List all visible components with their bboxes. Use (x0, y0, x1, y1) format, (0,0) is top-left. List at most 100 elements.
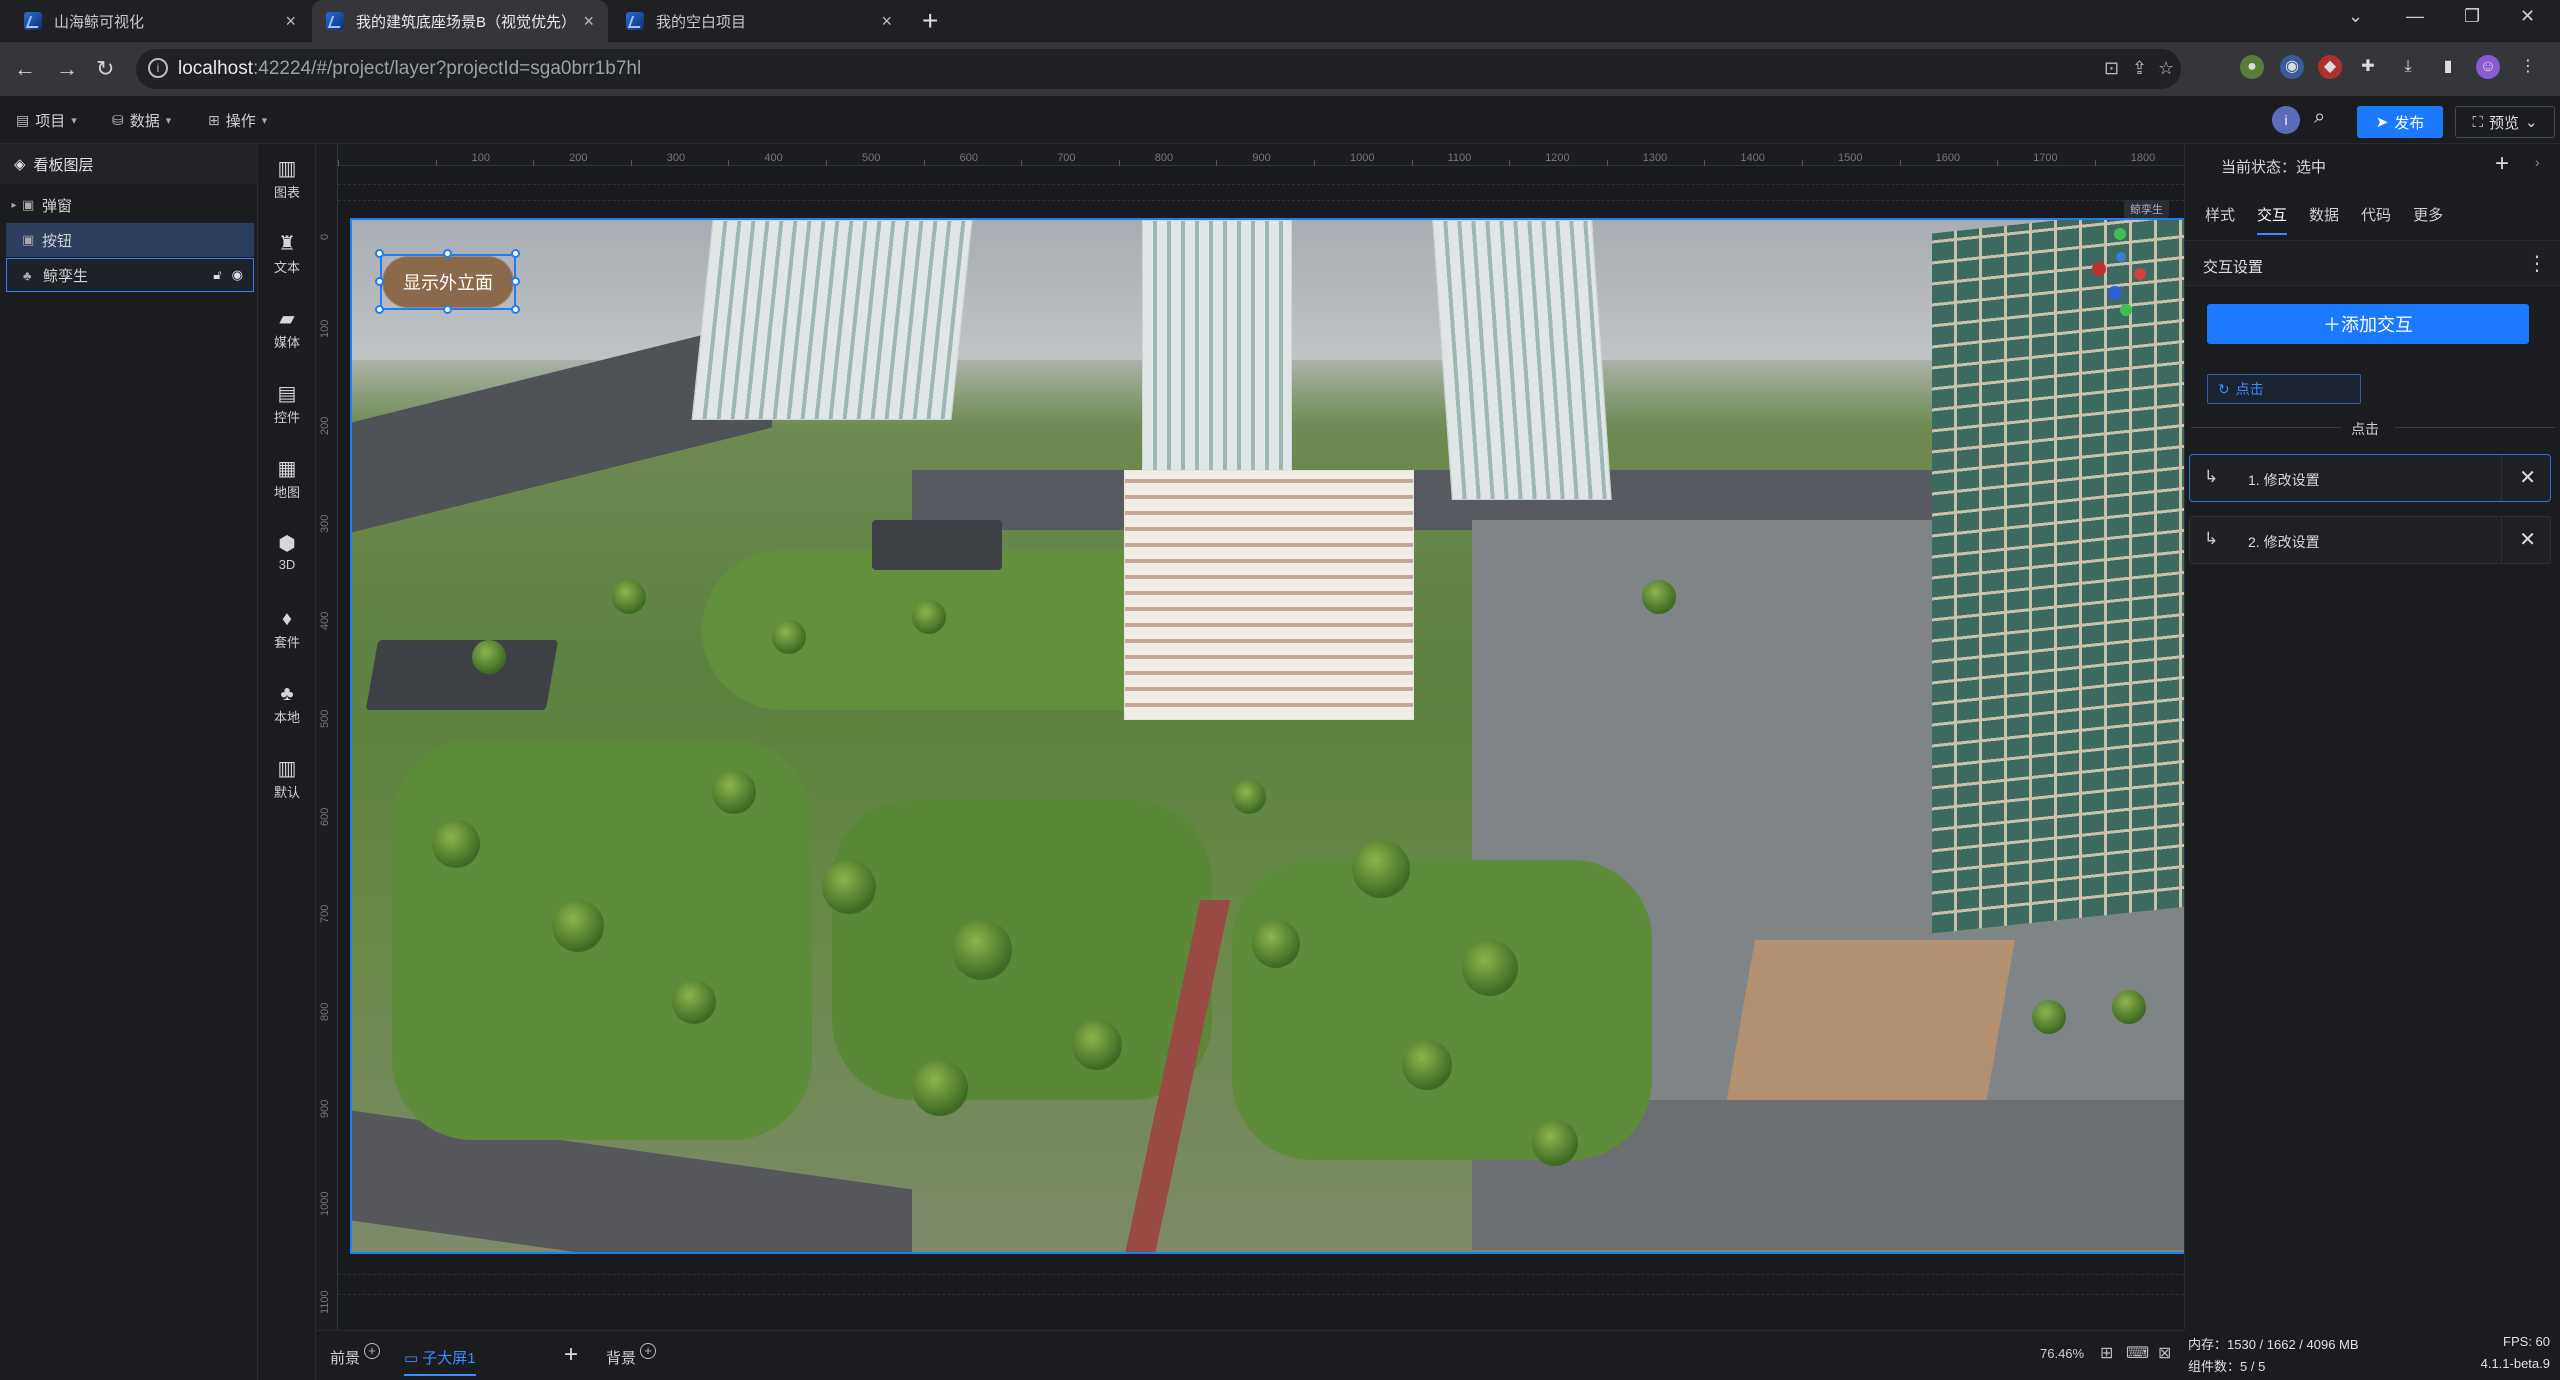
chevron-down-icon[interactable]: ⌄ (2525, 113, 2538, 131)
restore-icon[interactable]: ❐ (2464, 6, 2480, 27)
browser-tab-1[interactable]: 山海鲸可视化 × (10, 0, 310, 42)
property-tabs: 样式 交互 数据 代码 更多 (2205, 204, 2443, 235)
comp-local[interactable]: ♣ 本地 (258, 681, 316, 741)
new-tab-button[interactable]: + (922, 6, 938, 36)
fit-screen-icon[interactable]: ⊞ (2100, 1343, 2113, 1363)
delete-action-icon[interactable]: ✕ (2519, 527, 2536, 552)
add-interaction-button[interactable]: ＋添加交互 (2207, 304, 2529, 344)
ruler-label: 600 (959, 152, 978, 164)
resize-handle[interactable] (375, 305, 384, 314)
eye-icon[interactable]: ◉ (232, 267, 243, 283)
tab-style[interactable]: 样式 (2205, 204, 2235, 235)
extension-1-icon[interactable]: ● (2240, 55, 2264, 79)
browser-tab-3[interactable]: 我的空白项目 × (612, 0, 906, 42)
more-vertical-icon[interactable]: ⋮ (2527, 251, 2547, 276)
tab-code[interactable]: 代码 (2361, 204, 2391, 235)
extension-2-icon[interactable]: ◉ (2280, 55, 2304, 79)
menu-project[interactable]: ▤ 项目 ▾ (16, 110, 77, 131)
axis-gizmo-icon[interactable] (2086, 222, 2156, 332)
profile-avatar-icon[interactable]: ☺ (2476, 55, 2500, 79)
return-arrow-icon: ↳ (2204, 529, 2219, 548)
horizontal-ruler: 100 200 300 400 500 600 700 800 900 1000 1100 1200 1… (316, 144, 2184, 166)
add-foreground-icon[interactable]: + (364, 1342, 381, 1359)
ruler-tick (1606, 160, 1608, 166)
menu-operation[interactable]: ⊞ 操作 ▾ (208, 110, 267, 131)
ruler-label: 300 (319, 514, 331, 533)
ruler-label: 400 (764, 152, 783, 164)
add-background-icon[interactable]: + (640, 1342, 657, 1359)
close-icon[interactable]: × (881, 11, 892, 32)
url-text[interactable]: localhost:42224/#/project/layer?projectI… (178, 58, 641, 80)
close-icon[interactable]: × (285, 11, 296, 32)
trigger-click-button[interactable]: ↻ 点击 (2207, 374, 2361, 404)
window-close-icon[interactable]: ✕ (2520, 6, 2535, 27)
delete-action-icon[interactable]: ✕ (2519, 465, 2536, 490)
preview-button[interactable]: ⛶ 预览 ⌄ (2455, 106, 2555, 138)
screen-tab-active[interactable]: ▭ 子大屏1 (404, 1347, 476, 1376)
layer-item-popup[interactable]: ▸ ▣ 弹窗 (6, 188, 254, 222)
comp-kit[interactable]: ♦ 套件 (258, 606, 316, 666)
layer-item-twin[interactable]: ♣ 鲸孪生 🔓︎ ◉ (6, 258, 254, 292)
resize-handle[interactable] (443, 305, 452, 314)
close-icon[interactable]: × (583, 11, 594, 32)
resize-handle[interactable] (511, 305, 520, 314)
tab-interaction[interactable]: 交互 (2257, 204, 2288, 235)
chevron-right-icon[interactable]: › (2535, 154, 2540, 170)
foreground-tab[interactable]: 前景 + (330, 1342, 381, 1368)
layer-item-button[interactable]: ▣ 按钮 (6, 223, 254, 257)
comp-default[interactable]: ▥ 默认 (258, 756, 316, 816)
minimize-icon[interactable]: — (2406, 6, 2424, 27)
comp-text[interactable]: ♜ 文本 (258, 231, 316, 291)
ruler-label: 300 (666, 152, 686, 164)
bookmark-star-icon[interactable]: ☆ (2158, 58, 2174, 79)
comp-map[interactable]: ▦ 地图 (258, 456, 316, 516)
action-label: 1. 修改设置 (2248, 472, 2320, 488)
resize-handle[interactable] (443, 249, 452, 258)
tab-data[interactable]: 数据 (2309, 204, 2339, 235)
expand-arrow-icon[interactable]: ▸ (6, 200, 22, 211)
forward-icon[interactable]: → (56, 56, 78, 82)
publish-button[interactable]: ➤ 发布 (2357, 106, 2443, 138)
extension-3-icon[interactable]: ◆ (2318, 55, 2342, 79)
browser-tab-2[interactable]: 我的建筑底座场景B（视觉优先） × (312, 0, 608, 42)
resize-handle[interactable] (375, 249, 384, 258)
user-avatar[interactable]: i (2272, 106, 2300, 134)
reload-icon[interactable]: ↻ (96, 56, 114, 82)
terminal-icon[interactable]: ⊠ (2158, 1343, 2171, 1363)
tab-more[interactable]: 更多 (2413, 204, 2443, 235)
pointer-icon: ↻ (2218, 380, 2230, 397)
action-row[interactable]: ↳ 1. 修改设置 ✕ (2189, 454, 2551, 502)
add-screen-button[interactable]: + (564, 1341, 578, 1369)
keyboard-icon[interactable]: ⌨ (2126, 1343, 2149, 1363)
zoom-level[interactable]: 76.46% (2040, 1346, 2084, 1361)
unlock-icon[interactable]: 🔓︎ (213, 267, 221, 283)
editor-canvas[interactable]: 100 200 300 400 500 600 700 800 900 1000 1100 1200 1… (316, 144, 2184, 1330)
url-field[interactable]: i localhost:42224/#/project/layer?projec… (136, 49, 2181, 89)
resize-handle[interactable] (511, 277, 520, 286)
share-icon[interactable]: ⇪ (2132, 58, 2147, 79)
translate-icon[interactable]: ⊡ (2104, 58, 2119, 79)
twin-3d-scene[interactable] (350, 218, 2184, 1254)
comp-control[interactable]: ▤ 控件 (258, 381, 316, 441)
background-tab[interactable]: 背景 + (606, 1342, 657, 1368)
back-icon[interactable]: ← (14, 56, 36, 82)
search-icon[interactable]: ⌕ (2314, 106, 2325, 129)
action-row[interactable]: ↳ 2. 修改设置 ✕ (2189, 516, 2551, 564)
menu-data[interactable]: ⛁ 数据 ▾ (112, 110, 171, 131)
url-path: :42224/#/project/layer?projectId=sga0brr… (253, 58, 642, 79)
side-panel-icon[interactable]: ▮ (2436, 55, 2460, 79)
browser-menu-icon[interactable]: ⋮ (2516, 55, 2540, 79)
comp-3d[interactable]: ⬢ 3D (258, 531, 316, 591)
extensions-puzzle-icon[interactable]: ✚ (2356, 55, 2380, 79)
resize-handle[interactable] (511, 249, 520, 258)
ruler-tick (1411, 160, 1413, 166)
site-info-icon[interactable]: i (148, 58, 168, 78)
comp-label: 控件 (273, 410, 300, 425)
tab-search-icon[interactable]: ⌄ (2348, 6, 2363, 27)
resize-handle[interactable] (375, 277, 384, 286)
comp-media[interactable]: ▰ 媒体 (258, 306, 316, 366)
add-state-button[interactable]: + (2495, 150, 2509, 178)
comp-chart[interactable]: ▥ 图表 (258, 156, 316, 216)
ruler-label: 1100 (1447, 152, 1472, 164)
download-icon[interactable]: ⤓ (2396, 55, 2420, 79)
